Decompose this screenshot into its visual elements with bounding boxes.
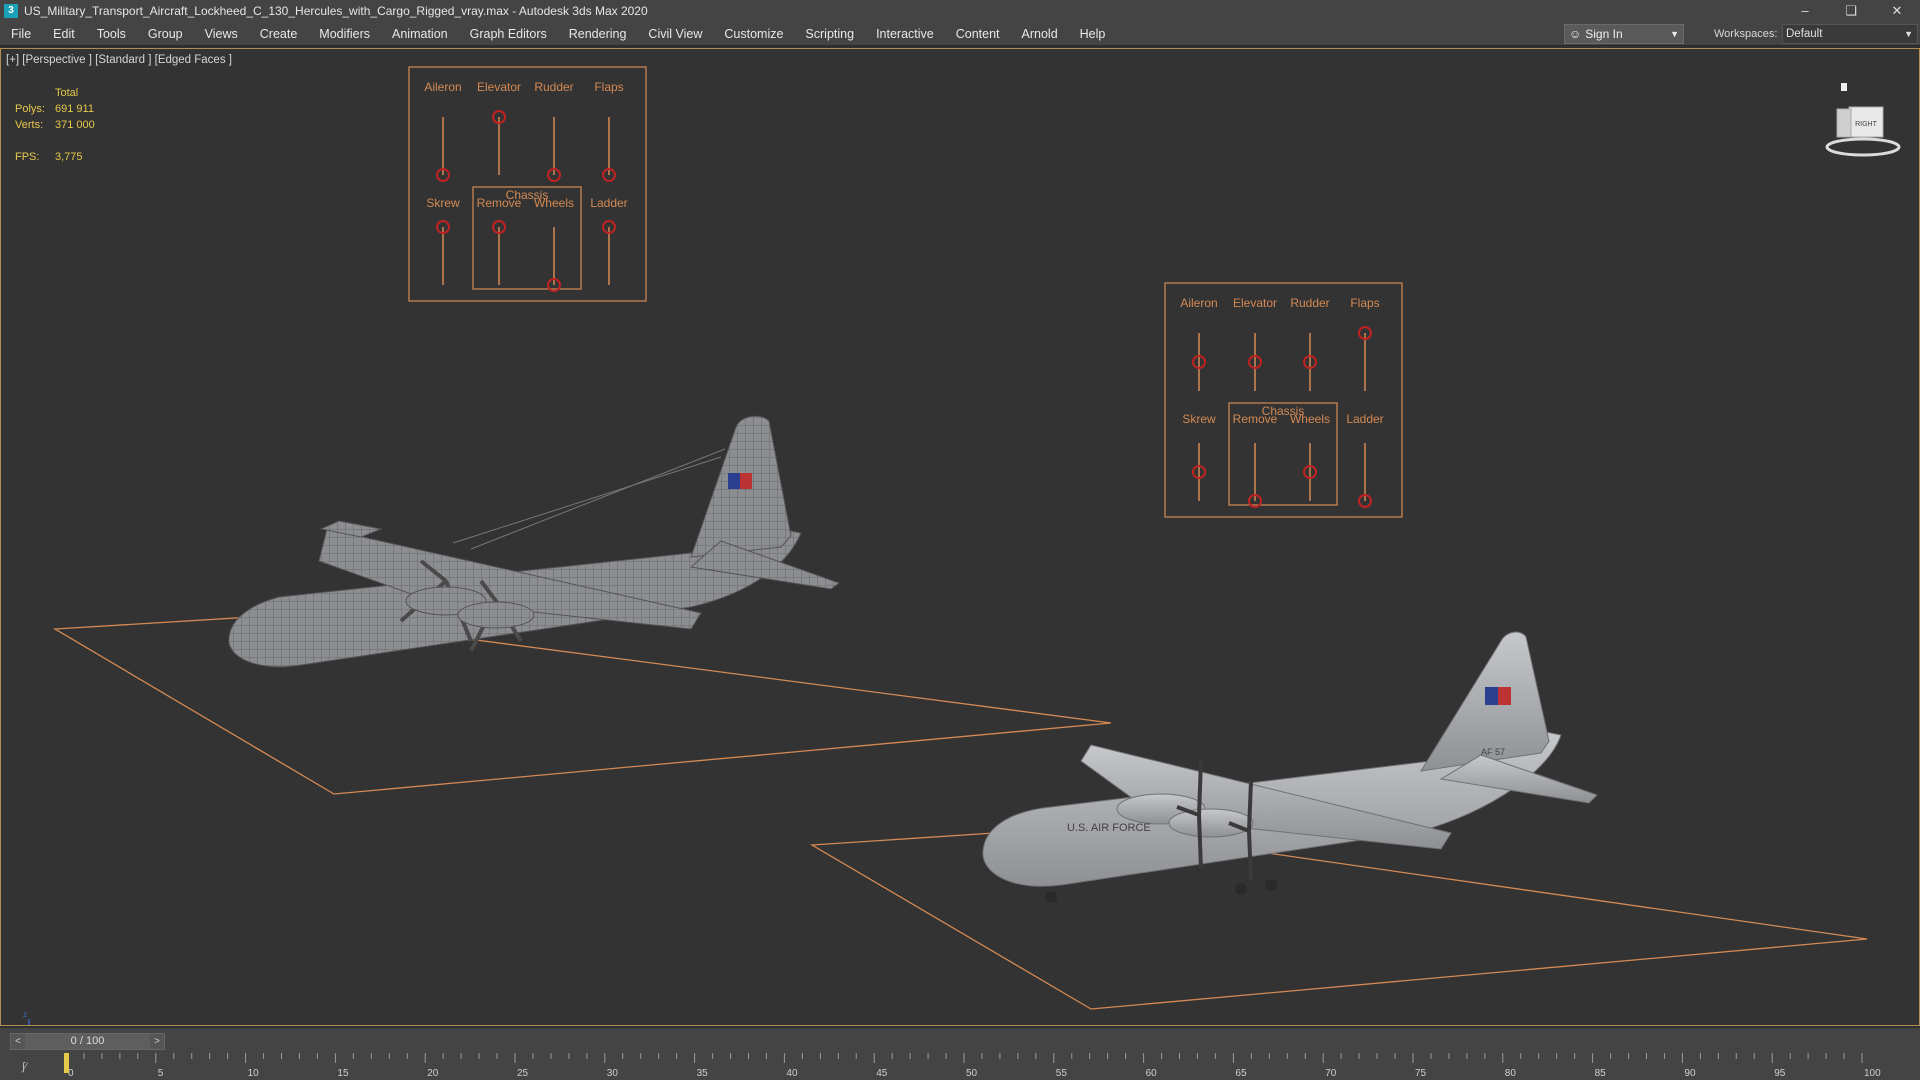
minimize-icon[interactable]: –	[1782, 0, 1828, 22]
aircraft-wireframe[interactable]	[228, 415, 841, 668]
ground-plane-shaded[interactable]	[809, 826, 1868, 1010]
menu-modifiers[interactable]: Modifiers	[308, 27, 381, 41]
ruler-tick-label: 40	[786, 1068, 798, 1079]
rig-slider-label: Aileron	[1180, 296, 1217, 310]
rig-slider-label: Remove	[1233, 412, 1278, 426]
ruler-tick-label: 10	[248, 1068, 260, 1079]
time-slider[interactable]: < 0 / 100 >	[10, 1033, 165, 1050]
ruler-tick-label: 60	[1146, 1068, 1158, 1079]
menu-file[interactable]: File	[0, 27, 42, 41]
rig-slider-label: Elevator	[477, 80, 521, 94]
menu-arnold[interactable]: Arnold	[1011, 27, 1069, 41]
ruler-tick-label: 5	[158, 1068, 164, 1079]
timeline-panel: < 0 / 100 > ∫⁄ 0 5 10 15 20 25 30 35 40 45 50 55 60 6…	[0, 1028, 1920, 1080]
title-bar: 3 US_Military_Transport_Aircraft_Lockhee…	[0, 0, 1920, 22]
menu-views[interactable]: Views	[194, 27, 249, 41]
restore-icon[interactable]: ❏	[1828, 0, 1874, 22]
time-cursor[interactable]	[64, 1053, 69, 1073]
rig-slider-label: Skrew	[426, 196, 460, 210]
chevron-down-icon: ▼	[1904, 29, 1913, 39]
ruler-tick-label: 70	[1325, 1068, 1337, 1079]
rig-slider-label: Flaps	[594, 80, 623, 94]
rig-slider-label: Ladder	[590, 196, 627, 210]
ruler-tick-label: 90	[1684, 1068, 1696, 1079]
workspace-select[interactable]: Default ▼	[1782, 24, 1918, 44]
rig-slider-label: Ladder	[1346, 412, 1383, 426]
scene-canvas[interactable]: U.S. AIR FORCE AF 57 ChassisAileron Eleva…	[1, 49, 1919, 1025]
rig-slider-label: Wheels	[534, 196, 574, 210]
sign-in-dropdown[interactable]: ☺ Sign In ▼	[1564, 24, 1684, 44]
menu-create[interactable]: Create	[249, 27, 309, 41]
axis-z-label: z	[23, 1010, 27, 1019]
workspaces-label: Workspaces:	[1714, 28, 1778, 40]
rig-slider-label: Rudder	[534, 80, 573, 94]
rig-slider-label: Flaps	[1350, 296, 1379, 310]
chevron-down-icon: ▼	[1670, 29, 1679, 39]
sign-in-label: Sign In	[1585, 27, 1623, 41]
workspace-value: Default	[1786, 28, 1823, 40]
ruler-tick-label: 95	[1774, 1068, 1786, 1079]
ruler-tick-label: 35	[697, 1068, 709, 1079]
ruler-tick-label: 20	[427, 1068, 439, 1079]
axis-tripod: z x y	[23, 1010, 30, 1025]
frame-display[interactable]: 0 / 100	[25, 1034, 150, 1049]
menu-interactive[interactable]: Interactive	[865, 27, 945, 41]
ruler-tick-label: 80	[1505, 1068, 1517, 1079]
prev-frame-icon[interactable]: <	[11, 1036, 25, 1047]
rig-control-panel[interactable]: ChassisAileron Elevator Rudder FlapsSkrew Re…	[408, 66, 647, 302]
rig-panel-frame	[408, 66, 647, 302]
menu-scripting[interactable]: Scripting	[794, 27, 865, 41]
ruler-tick-label: 15	[337, 1068, 349, 1079]
rig-slider-label: Aileron	[424, 80, 461, 94]
rig-slider-label: Rudder	[1290, 296, 1329, 310]
menu-animation[interactable]: Animation	[381, 27, 459, 41]
fuselage-lettering: U.S. AIR FORCE	[1067, 822, 1151, 834]
menu-help[interactable]: Help	[1069, 27, 1117, 41]
ruler-tick-label: 75	[1415, 1068, 1427, 1079]
window-title: US_Military_Transport_Aircraft_Lockheed_…	[24, 4, 648, 18]
app-logo-icon: 3	[4, 4, 18, 18]
menu-content[interactable]: Content	[945, 27, 1011, 41]
rig-panel-frame	[1164, 282, 1403, 518]
rig-control-panel[interactable]: ChassisAileron Elevator Rudder FlapsSkrew Re…	[1164, 282, 1403, 518]
user-icon: ☺	[1569, 27, 1582, 41]
ruler-tick-label: 30	[607, 1068, 619, 1079]
track-bar[interactable]: 0 5 10 15 20 25 30 35 40 45 50 55 60 65 70 75 80 85 90 95 10…	[0, 1053, 1920, 1080]
menu-rendering[interactable]: Rendering	[558, 27, 638, 41]
rig-slider-label: Skrew	[1182, 412, 1216, 426]
ground-plane-wireframe[interactable]	[52, 614, 1112, 795]
menu-group[interactable]: Group	[137, 27, 194, 41]
rig-slider-label: Elevator	[1233, 296, 1277, 310]
aircraft-shaded[interactable]: U.S. AIR FORCE AF 57	[982, 631, 1598, 903]
ruler-tick-label: 45	[876, 1068, 888, 1079]
menu-edit[interactable]: Edit	[42, 27, 86, 41]
ruler-tick-label: 55	[1056, 1068, 1068, 1079]
menu-tools[interactable]: Tools	[86, 27, 137, 41]
next-frame-icon[interactable]: >	[150, 1036, 164, 1047]
home-icon[interactable]	[1841, 83, 1847, 91]
perspective-viewport[interactable]: [+] [Perspective ] [Standard ] [Edged Fa…	[0, 48, 1920, 1026]
viewcube[interactable]: RIGHT	[1823, 81, 1903, 161]
ruler-tick-label: 85	[1595, 1068, 1607, 1079]
ruler-tick-label: 65	[1235, 1068, 1247, 1079]
menu-graph-editors[interactable]: Graph Editors	[459, 27, 558, 41]
ruler-tick-label: 50	[966, 1068, 978, 1079]
ruler-tick-label: 100	[1864, 1068, 1881, 1079]
close-icon[interactable]: ✕	[1874, 0, 1920, 22]
ruler-tick-label: 25	[517, 1068, 529, 1079]
tail-number: AF 57	[1481, 747, 1505, 757]
viewcube-face-label: RIGHT	[1855, 121, 1878, 128]
rig-slider-label: Remove	[477, 196, 522, 210]
menu-customize[interactable]: Customize	[713, 27, 794, 41]
rig-slider-label: Wheels	[1290, 412, 1330, 426]
menu-civil-view[interactable]: Civil View	[637, 27, 713, 41]
